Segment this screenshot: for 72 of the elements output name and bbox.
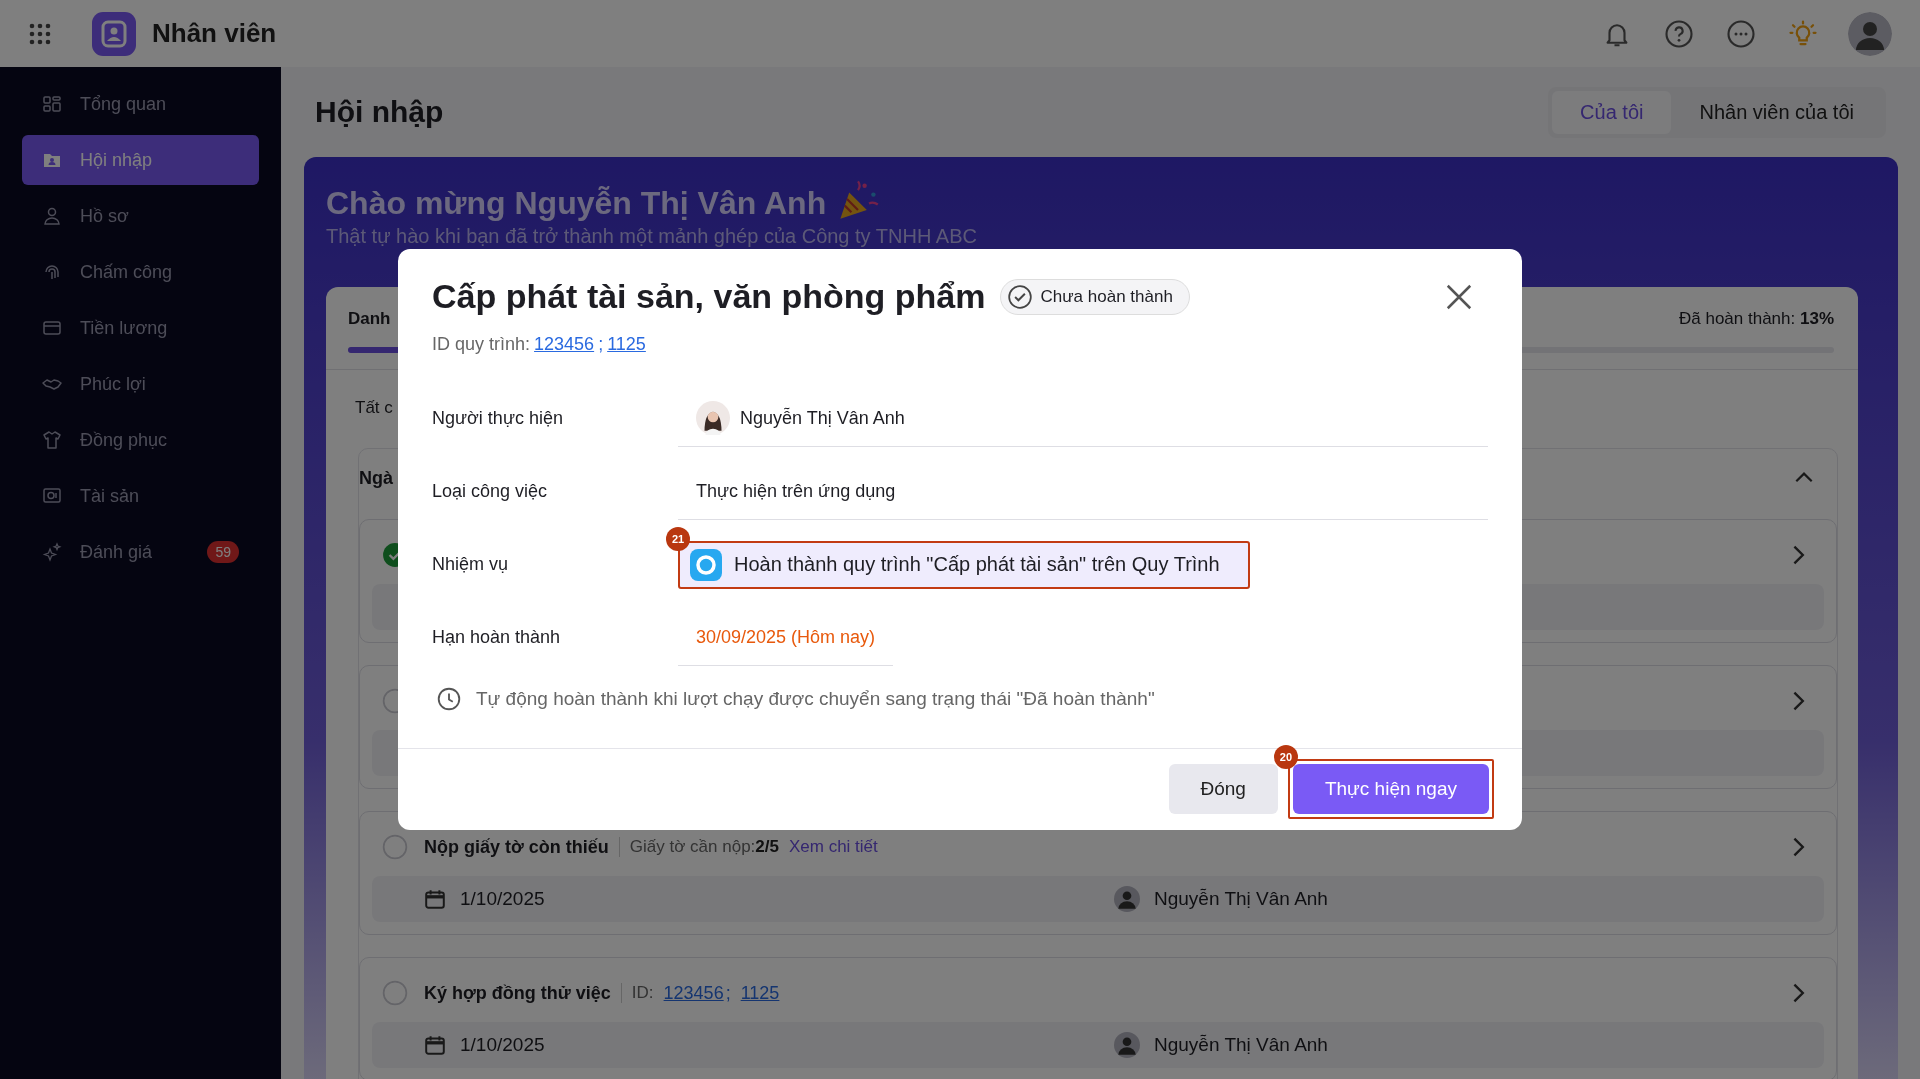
help-icon[interactable] <box>1664 18 1694 49</box>
page-title: Hội nhập <box>315 95 445 129</box>
nav-icon <box>42 542 62 562</box>
banner-subtitle: Thật tự hào khi bạn đã trở thành một mảnh ghép của Công ty TNHH ABC <box>326 225 978 247</box>
avatar-icon <box>696 401 730 435</box>
app-name: Nhân viên <box>152 18 277 49</box>
id-link[interactable]: 123456 <box>663 982 724 1004</box>
auto-complete-note: Tự động hoàn thành khi lượt chạy được chuyển sang trạng thái "Đã hoàn thành" <box>476 688 1155 710</box>
field-label: Người thực hiện <box>432 408 564 429</box>
sidebar-item[interactable]: Đánh giá 59 <box>22 527 259 577</box>
task-card[interactable]: Ký hợp đồng thử việc ID: 123456; 1125 1/10/2025 Nguyễn Thị Vân Anh <box>359 957 1837 1079</box>
nav-icon <box>42 486 62 506</box>
radio-circle-icon[interactable] <box>382 980 408 1006</box>
sidebar-item[interactable]: Phúc lợi <box>22 359 259 409</box>
task-meta: Giấy tờ cần nộp:2/5 <box>629 837 779 857</box>
sidebar-item[interactable]: Tổng quan <box>22 79 259 129</box>
separator-text: ; <box>598 334 604 355</box>
field-label: Hạn hoàn thành <box>432 627 562 648</box>
due-date: 1/10/2025 <box>460 1034 546 1056</box>
avatar-icon[interactable] <box>1848 11 1892 56</box>
nav-icon <box>42 206 62 226</box>
marker-badge: 20 <box>1273 745 1298 769</box>
assignee-name: Nguyễn Thị Vân Anh <box>1154 888 1328 910</box>
radio-circle-icon[interactable] <box>382 834 408 860</box>
nav-icon <box>42 262 62 282</box>
id-link[interactable]: 1125 <box>740 982 780 1004</box>
status-badge: Chưa hoàn thành <box>999 278 1190 315</box>
task-meta: ID: <box>631 983 654 1003</box>
sidebar-item[interactable]: Tài sản <box>22 471 259 521</box>
sidebar-item[interactable]: Hồ sơ <box>22 191 259 241</box>
calendar-icon <box>424 1034 446 1056</box>
field-label: Nhiệm vụ <box>432 554 510 575</box>
details-link[interactable]: Xem chi tiết <box>788 837 878 857</box>
ring-icon <box>690 548 722 581</box>
sidebar-item[interactable]: Chấm công <box>22 247 259 297</box>
tab[interactable]: Danh <box>348 309 391 329</box>
id-link[interactable]: 1125 <box>607 334 646 355</box>
marker-badge: 21 <box>666 526 690 551</box>
task-title: Ký hợp đồng thử việc <box>424 982 611 1004</box>
due-date: 1/10/2025 <box>460 888 546 910</box>
app-grid-icon[interactable] <box>28 21 52 46</box>
field-value: Thực hiện trên ứng dụng <box>678 463 1488 520</box>
banner-title: Chào mừng Nguyễn Thị Vân Anh <box>326 184 827 222</box>
avatar-icon <box>1114 886 1140 912</box>
calendar-icon <box>424 888 446 910</box>
nav-icon <box>42 318 62 338</box>
avatar-icon <box>1114 1032 1140 1058</box>
primary-button[interactable]: Thực hiện ngay <box>1292 764 1489 814</box>
progress-label: Đã hoàn thành: 13% <box>1679 309 1834 329</box>
assignee-name: Nguyễn Thị Vân Anh <box>1154 1034 1328 1056</box>
id-link[interactable]: 123456 <box>534 334 595 355</box>
more-icon[interactable] <box>1726 18 1756 49</box>
separator-text: ; <box>725 982 731 1004</box>
clock-icon <box>436 686 462 712</box>
field-label: Loại công việc <box>432 481 549 502</box>
sidebar-item[interactable]: Hội nhập <box>22 135 259 185</box>
nav-icon <box>42 94 62 114</box>
count-badge: 59 <box>207 541 239 563</box>
group-title: Ngà <box>359 467 393 489</box>
deadline-field: 30/09/2025 (Hôm nay) <box>678 609 894 666</box>
assignee-field: Nguyễn Thị Vân Anh <box>678 390 1488 447</box>
dialog-title: Cấp phát tài sản, văn phòng phẩm <box>432 277 986 316</box>
sidebar-item[interactable]: Đồng phục <box>22 415 259 465</box>
close-button[interactable]: Đóng <box>1168 764 1278 814</box>
nav-icon <box>42 430 62 450</box>
sidebar-item[interactable]: Tiền lương <box>22 303 259 353</box>
check-circle-icon <box>1006 283 1033 310</box>
logo-icon <box>92 11 136 56</box>
task-title: Nộp giấy tờ còn thiếu <box>424 836 609 858</box>
tab[interactable]: Nhân viên của tôi <box>1671 90 1882 134</box>
tab[interactable]: Của tôi <box>1552 90 1672 134</box>
process-id-label: ID quy trình: <box>432 334 531 355</box>
